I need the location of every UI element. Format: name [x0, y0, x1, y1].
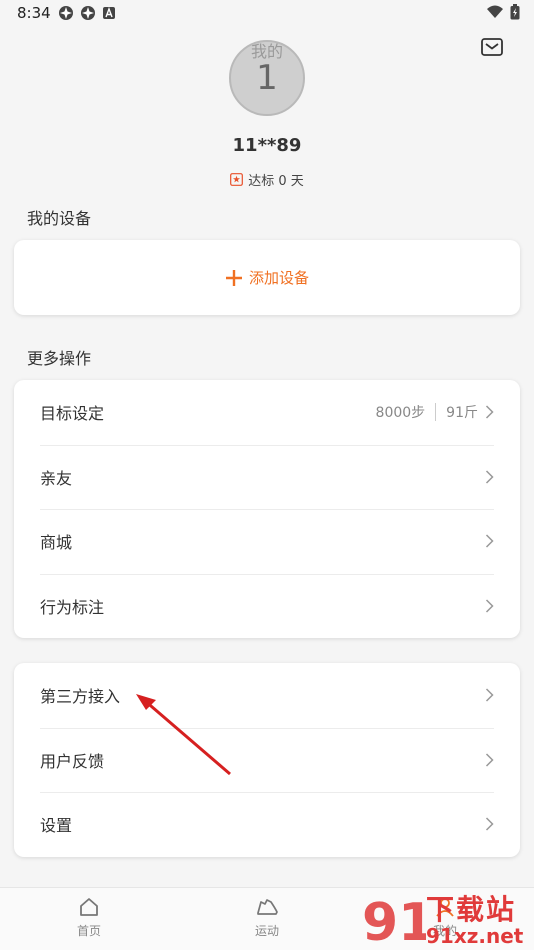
avatar-number: 1: [256, 58, 278, 98]
tab-exercise[interactable]: 运动: [227, 896, 307, 939]
status-system-icons: [486, 4, 520, 20]
add-device-label: 添加设备: [248, 269, 309, 287]
app-notification-icon: [81, 6, 95, 20]
list-item-friends[interactable]: 亲友: [14, 444, 520, 510]
chevron-right-icon: [485, 817, 494, 831]
chevron-right-icon: [485, 534, 494, 548]
chevron-right-icon: [485, 405, 494, 419]
goal-weight: 91斤: [446, 405, 478, 422]
list-item-goal-settings[interactable]: 目标设定 8000步 91斤: [14, 380, 520, 445]
wifi-icon: [487, 5, 503, 18]
app-notification-icon: [59, 6, 73, 20]
svg-text:91: 91: [362, 893, 426, 950]
badge-star-icon: [230, 173, 244, 186]
list-item-label: 商城: [40, 533, 73, 553]
devices-section-title: 我的设备: [27, 209, 92, 228]
status-time: 8:34: [17, 4, 51, 22]
list-item-feedback[interactable]: 用户反馈: [14, 727, 520, 793]
list-item-label: 行为标注: [40, 597, 105, 617]
tab-label: 运动: [254, 924, 279, 938]
add-device-button[interactable]: 添加设备: [14, 240, 520, 315]
list-item-behavior-tagging[interactable]: 行为标注: [14, 573, 520, 639]
chevron-right-icon: [485, 470, 494, 484]
username: 11**89: [232, 135, 302, 156]
other-actions-card: 第三方接入 用户反馈 设置: [14, 663, 520, 857]
goal-values: 8000步 91斤: [376, 402, 478, 422]
tab-home[interactable]: 首页: [49, 896, 129, 939]
watermark: 91 下载站 91xz.net: [360, 886, 534, 950]
status-notification-icons: [58, 5, 116, 21]
tab-label: 首页: [76, 924, 101, 938]
chevron-right-icon: [485, 753, 494, 767]
chevron-right-icon: [485, 688, 494, 702]
list-item-label: 用户反馈: [40, 751, 105, 771]
font-notification-icon: [103, 7, 115, 19]
list-item-label: 设置: [40, 816, 73, 836]
list-item-label: 亲友: [40, 468, 73, 488]
target-days-text: 达标 0 天: [248, 174, 304, 189]
divider: [435, 403, 437, 422]
list-item-store[interactable]: 商城: [14, 509, 520, 574]
add-device-card[interactable]: 添加设备: [14, 240, 520, 315]
goal-steps: 8000步: [375, 405, 426, 422]
plus-icon: [225, 269, 242, 286]
list-item-third-party[interactable]: 第三方接入: [14, 663, 520, 728]
watermark-logo-icon: 91: [362, 893, 426, 950]
more-section-title: 更多操作: [27, 349, 92, 368]
more-actions-card: 目标设定 8000步 91斤 亲友 商城 行为标注: [14, 380, 520, 638]
list-item-settings[interactable]: 设置: [14, 792, 520, 857]
battery-icon: [510, 4, 520, 20]
list-item-label: 目标设定: [40, 404, 105, 424]
watermark-url: 91xz.net: [426, 924, 524, 948]
page-title: 我的: [250, 42, 283, 61]
status-bar: 8:34: [0, 0, 534, 28]
shoe-icon: [257, 899, 278, 915]
chevron-right-icon: [485, 599, 494, 613]
home-icon: [80, 898, 98, 916]
watermark-text: 下载站: [426, 893, 517, 926]
list-item-label: 第三方接入: [40, 687, 121, 707]
annotation-arrow-icon: [136, 694, 231, 776]
target-days: 达标 0 天: [0, 170, 534, 189]
